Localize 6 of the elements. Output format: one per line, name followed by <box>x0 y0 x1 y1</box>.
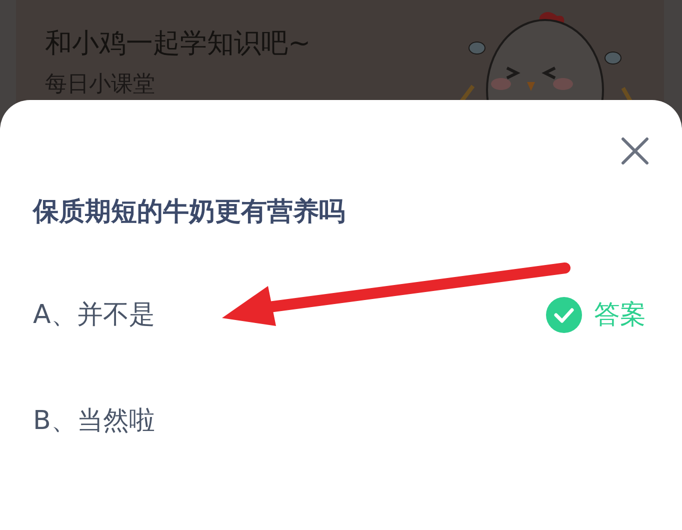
close-icon <box>620 136 650 166</box>
option-label[interactable]: A、并不是 <box>33 296 155 334</box>
option-label[interactable]: B、当然啦 <box>33 402 155 440</box>
check-icon <box>546 297 582 333</box>
question-text: 保质期短的牛奶更有营养吗 <box>33 196 345 229</box>
answer-label: 答案 <box>594 298 646 332</box>
